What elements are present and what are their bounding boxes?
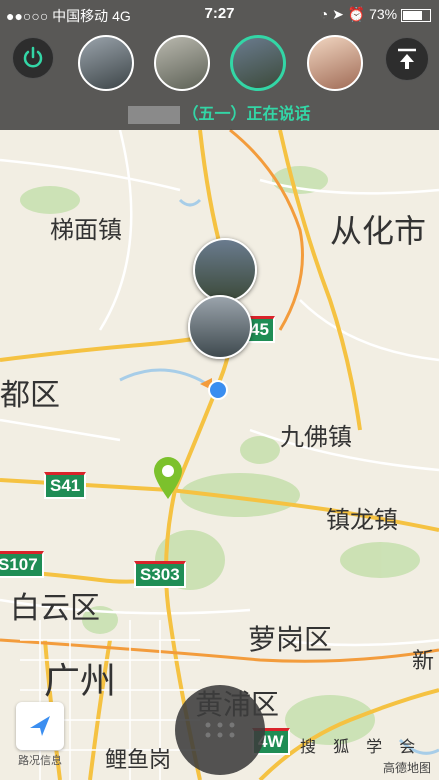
scroll-top-button[interactable]	[385, 37, 429, 81]
place-label-du: 都区	[0, 378, 60, 413]
location-arrow-icon: ➤	[332, 6, 344, 22]
place-label-jiufo: 九佛镇	[280, 423, 352, 451]
alarm-icon: ⏰	[347, 6, 366, 22]
member-avatar-2[interactable]	[154, 35, 210, 91]
member-avatar-3[interactable]	[230, 35, 286, 91]
navigation-arrow-icon	[30, 716, 50, 736]
member-location-pin-2[interactable]	[188, 295, 252, 359]
power-button[interactable]	[12, 37, 54, 79]
place-label-xin: 新	[412, 649, 435, 674]
status-bar: ●●○○○ 中国移动 4G 7:27 ◔ ➤ ⏰ 73%	[0, 0, 439, 30]
battery-icon	[401, 8, 431, 22]
rotation-lock-icon: ◔	[319, 6, 329, 22]
place-label-baiyun: 白云区	[10, 591, 100, 626]
my-location-dot	[200, 378, 228, 400]
speaking-status: （五一）正在说话	[0, 100, 439, 124]
place-label-luogang: 萝岗区	[248, 623, 333, 656]
road-shield-s107: S107	[0, 551, 44, 578]
battery-percent: 73%	[369, 6, 398, 22]
road-shield-s41: S41	[44, 472, 87, 499]
push-to-talk-button[interactable]	[175, 685, 265, 775]
map-attribution: 高德地图	[382, 761, 431, 775]
talk-dots-icon	[205, 722, 235, 738]
place-label-zhenlong: 镇龙镇	[326, 506, 398, 534]
place-label-timian: 梯面镇	[50, 216, 122, 244]
place-label-liyu: 鲤鱼岗	[105, 748, 172, 773]
member-avatar-4[interactable]	[307, 35, 363, 91]
upload-top-icon	[398, 48, 416, 69]
place-label-guangzhou: 广州	[44, 661, 117, 702]
member-avatar-1[interactable]	[78, 35, 134, 91]
locate-label: 路况信息	[18, 754, 62, 767]
power-icon	[23, 46, 43, 68]
speaking-text: （五一）正在说话	[182, 104, 311, 123]
watermark-text: 搜 狐 学 会	[300, 737, 422, 756]
member-location-pin-1[interactable]	[193, 238, 257, 302]
place-label-conghua: 从化市	[330, 212, 427, 250]
road-shield-s303: S303	[134, 561, 186, 588]
speaker-name-redacted	[128, 105, 181, 124]
locate-me-button[interactable]: 路况信息	[16, 702, 64, 767]
green-map-pin-icon	[154, 457, 182, 499]
